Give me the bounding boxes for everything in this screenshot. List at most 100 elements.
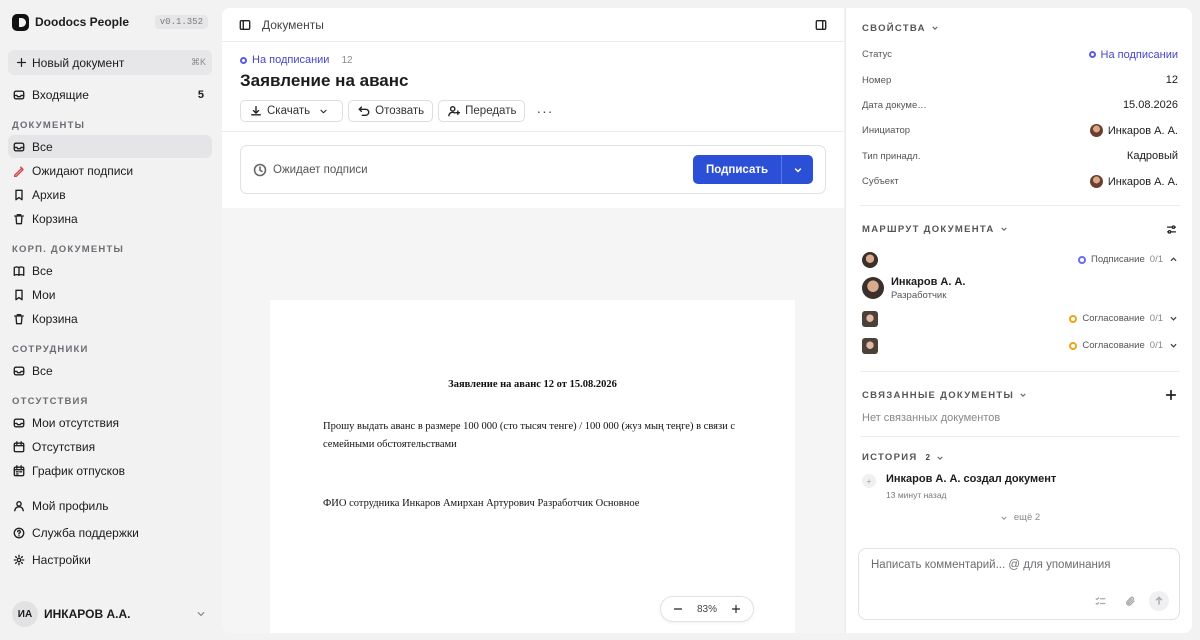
related-section-toggle[interactable]: Связанные документы — [862, 390, 1027, 401]
sidebar-item-vacation-schedule[interactable]: График отпусков — [8, 459, 212, 482]
download-label: Скачать — [267, 105, 311, 117]
properties-list: Статус На подписании Номер 12 Дата докум… — [862, 42, 1178, 194]
sidebar-item-employees-all[interactable]: Все — [8, 359, 212, 382]
avatar — [1089, 124, 1103, 138]
property-key: Статус — [862, 49, 893, 61]
property-value: 15.08.2026 — [1122, 99, 1178, 112]
history-dot-icon: + — [862, 474, 876, 489]
step-count: 0/1 — [1149, 254, 1163, 266]
document-preview[interactable]: Заявление на аванс 12 от 15.08.2026 Прош… — [222, 208, 844, 633]
new-document-button[interactable]: Новый документ ⌘K — [8, 50, 212, 75]
user-name: ИНКАРОВ А.А. — [44, 607, 131, 621]
zoom-in-button[interactable] — [729, 602, 743, 616]
sidebar-item-support[interactable]: Служба поддержки — [8, 521, 212, 544]
add-related-button[interactable] — [1164, 388, 1178, 402]
avatar — [862, 337, 878, 354]
book-icon — [12, 264, 26, 278]
chevron-up-icon — [1163, 255, 1178, 264]
property-value: Кадровый — [1126, 150, 1178, 163]
property-value[interactable]: Инкаров А. А. — [1089, 175, 1178, 189]
panel-toggle-icon[interactable] — [814, 18, 828, 32]
initiator-name: Инкаров А. А. — [1107, 124, 1178, 137]
history-show-more[interactable]: ещё 2 — [862, 512, 1178, 523]
sidebar-item-label: График отпусков — [32, 463, 126, 478]
property-status: Статус На подписании — [862, 42, 1178, 67]
chevron-down-icon — [1163, 341, 1178, 350]
sidebar-toggle-icon[interactable] — [238, 18, 252, 32]
zoom-level: 83% — [696, 603, 717, 615]
history-section-toggle[interactable]: История 2 — [862, 452, 1178, 463]
sidebar-item-label: Мои — [32, 287, 56, 302]
route-step-approval-2[interactable]: Согласование 0/1 — [862, 332, 1178, 359]
route-step-signing[interactable]: Подписание 0/1 — [862, 246, 1178, 273]
sidebar-item-corp-mine[interactable]: Мои — [8, 283, 212, 306]
sidebar-item-docs-all[interactable]: Все — [8, 135, 212, 158]
sidebar-item-trash[interactable]: Корзина — [8, 207, 212, 230]
brand-logo — [12, 13, 29, 31]
avatar — [862, 251, 878, 268]
property-key: Дата докуме… — [862, 99, 927, 111]
related-title: Связанные документы — [862, 389, 1015, 401]
avatar — [862, 310, 878, 327]
route-section-toggle[interactable]: Маршрут документа — [862, 224, 1008, 235]
property-key: Номер — [862, 74, 892, 86]
sidebar-item-settings[interactable]: Настройки — [8, 548, 212, 571]
sign-options-button[interactable] — [781, 155, 813, 184]
document-view: Документы На подписании 12 Заявление на … — [222, 8, 844, 633]
download-button[interactable]: Скачать — [240, 100, 344, 122]
subject-name: Инкаров А. А. — [1107, 175, 1178, 188]
route-steps: Подписание 0/1 Инкаров А. А. Разработчик… — [862, 246, 1178, 359]
sign-button[interactable]: Подписать — [693, 155, 781, 184]
sidebar-item-label: Ожидают подписи — [32, 163, 134, 178]
sidebar-item-awaiting-signature[interactable]: Ожидают подписи — [8, 159, 212, 182]
history-title: История — [862, 452, 918, 464]
route-section-header: Маршрут документа — [862, 222, 1178, 236]
document-header: На подписании 12 Заявление на аванс Скач… — [222, 42, 844, 131]
zoom-out-button[interactable] — [671, 602, 685, 616]
history-text: Инкаров А. А. создал документ — [886, 473, 1057, 486]
chevron-down-icon — [1163, 314, 1178, 323]
inbox-icon — [12, 364, 26, 378]
property-value[interactable]: Инкаров А. А. — [1089, 124, 1178, 138]
properties-section-toggle[interactable]: Свойства — [862, 22, 1178, 34]
sidebar-item-archive[interactable]: Архив — [8, 183, 212, 206]
section-title-absences: Отсутствия — [12, 396, 89, 407]
comment-input[interactable]: Написать комментарий... @ для упоминания — [858, 548, 1180, 620]
document-number: 12 — [341, 54, 353, 66]
sidebar-item-corp-trash[interactable]: Корзина — [8, 307, 212, 330]
send-button[interactable] — [1149, 591, 1169, 611]
revoke-button[interactable]: Отозвать — [348, 100, 434, 122]
sidebar-item-profile[interactable]: Мой профиль — [8, 494, 212, 517]
transfer-button[interactable]: Передать — [438, 100, 526, 122]
inbox-icon — [12, 140, 26, 154]
chevron-down-icon — [1014, 391, 1027, 399]
more-actions-button[interactable]: ··· — [530, 103, 559, 119]
document-actions: Скачать Отозвать Передать ··· — [240, 100, 826, 131]
document-heading: Заявление на аванс 12 от 15.08.2026 — [448, 379, 617, 390]
divider — [222, 131, 844, 132]
brand: Doodocs People v0.1.352 — [8, 0, 212, 44]
bookmark-icon — [12, 288, 26, 302]
route-step-approval-1[interactable]: Согласование 0/1 — [862, 305, 1178, 332]
breadcrumb[interactable]: Документы — [262, 18, 814, 32]
status-value: На подписании — [1100, 48, 1178, 61]
plus-icon — [14, 56, 28, 70]
sidebar-item-corp-all[interactable]: Все — [8, 259, 212, 282]
checklist-icon[interactable] — [1093, 594, 1107, 608]
sidebar: Doodocs People v0.1.352 Новый документ ⌘… — [0, 0, 220, 640]
sidebar-item-label: Мои отсутствия — [32, 415, 120, 430]
divider — [860, 371, 1180, 373]
attachment-icon[interactable] — [1123, 594, 1137, 608]
sidebar-item-my-absences[interactable]: Мои отсутствия — [8, 411, 212, 434]
route-settings-icon[interactable] — [1164, 222, 1178, 236]
property-initiator: Инициатор Инкаров А. А. — [862, 118, 1178, 143]
document-body: Прошу выдать аванс в размере 100 000 (ст… — [323, 421, 736, 450]
property-key: Тип принадл. — [862, 150, 921, 162]
sidebar-item-inbox[interactable]: Входящие 5 — [8, 83, 212, 106]
calendar-icon — [12, 440, 26, 454]
route-title: Маршрут документа — [862, 223, 995, 235]
comment-tools — [1093, 591, 1169, 611]
sidebar-item-label: Корзина — [32, 311, 78, 326]
sidebar-item-absences[interactable]: Отсутствия — [8, 435, 212, 458]
user-menu[interactable]: ИА ИНКАРОВ А.А. — [8, 600, 212, 628]
